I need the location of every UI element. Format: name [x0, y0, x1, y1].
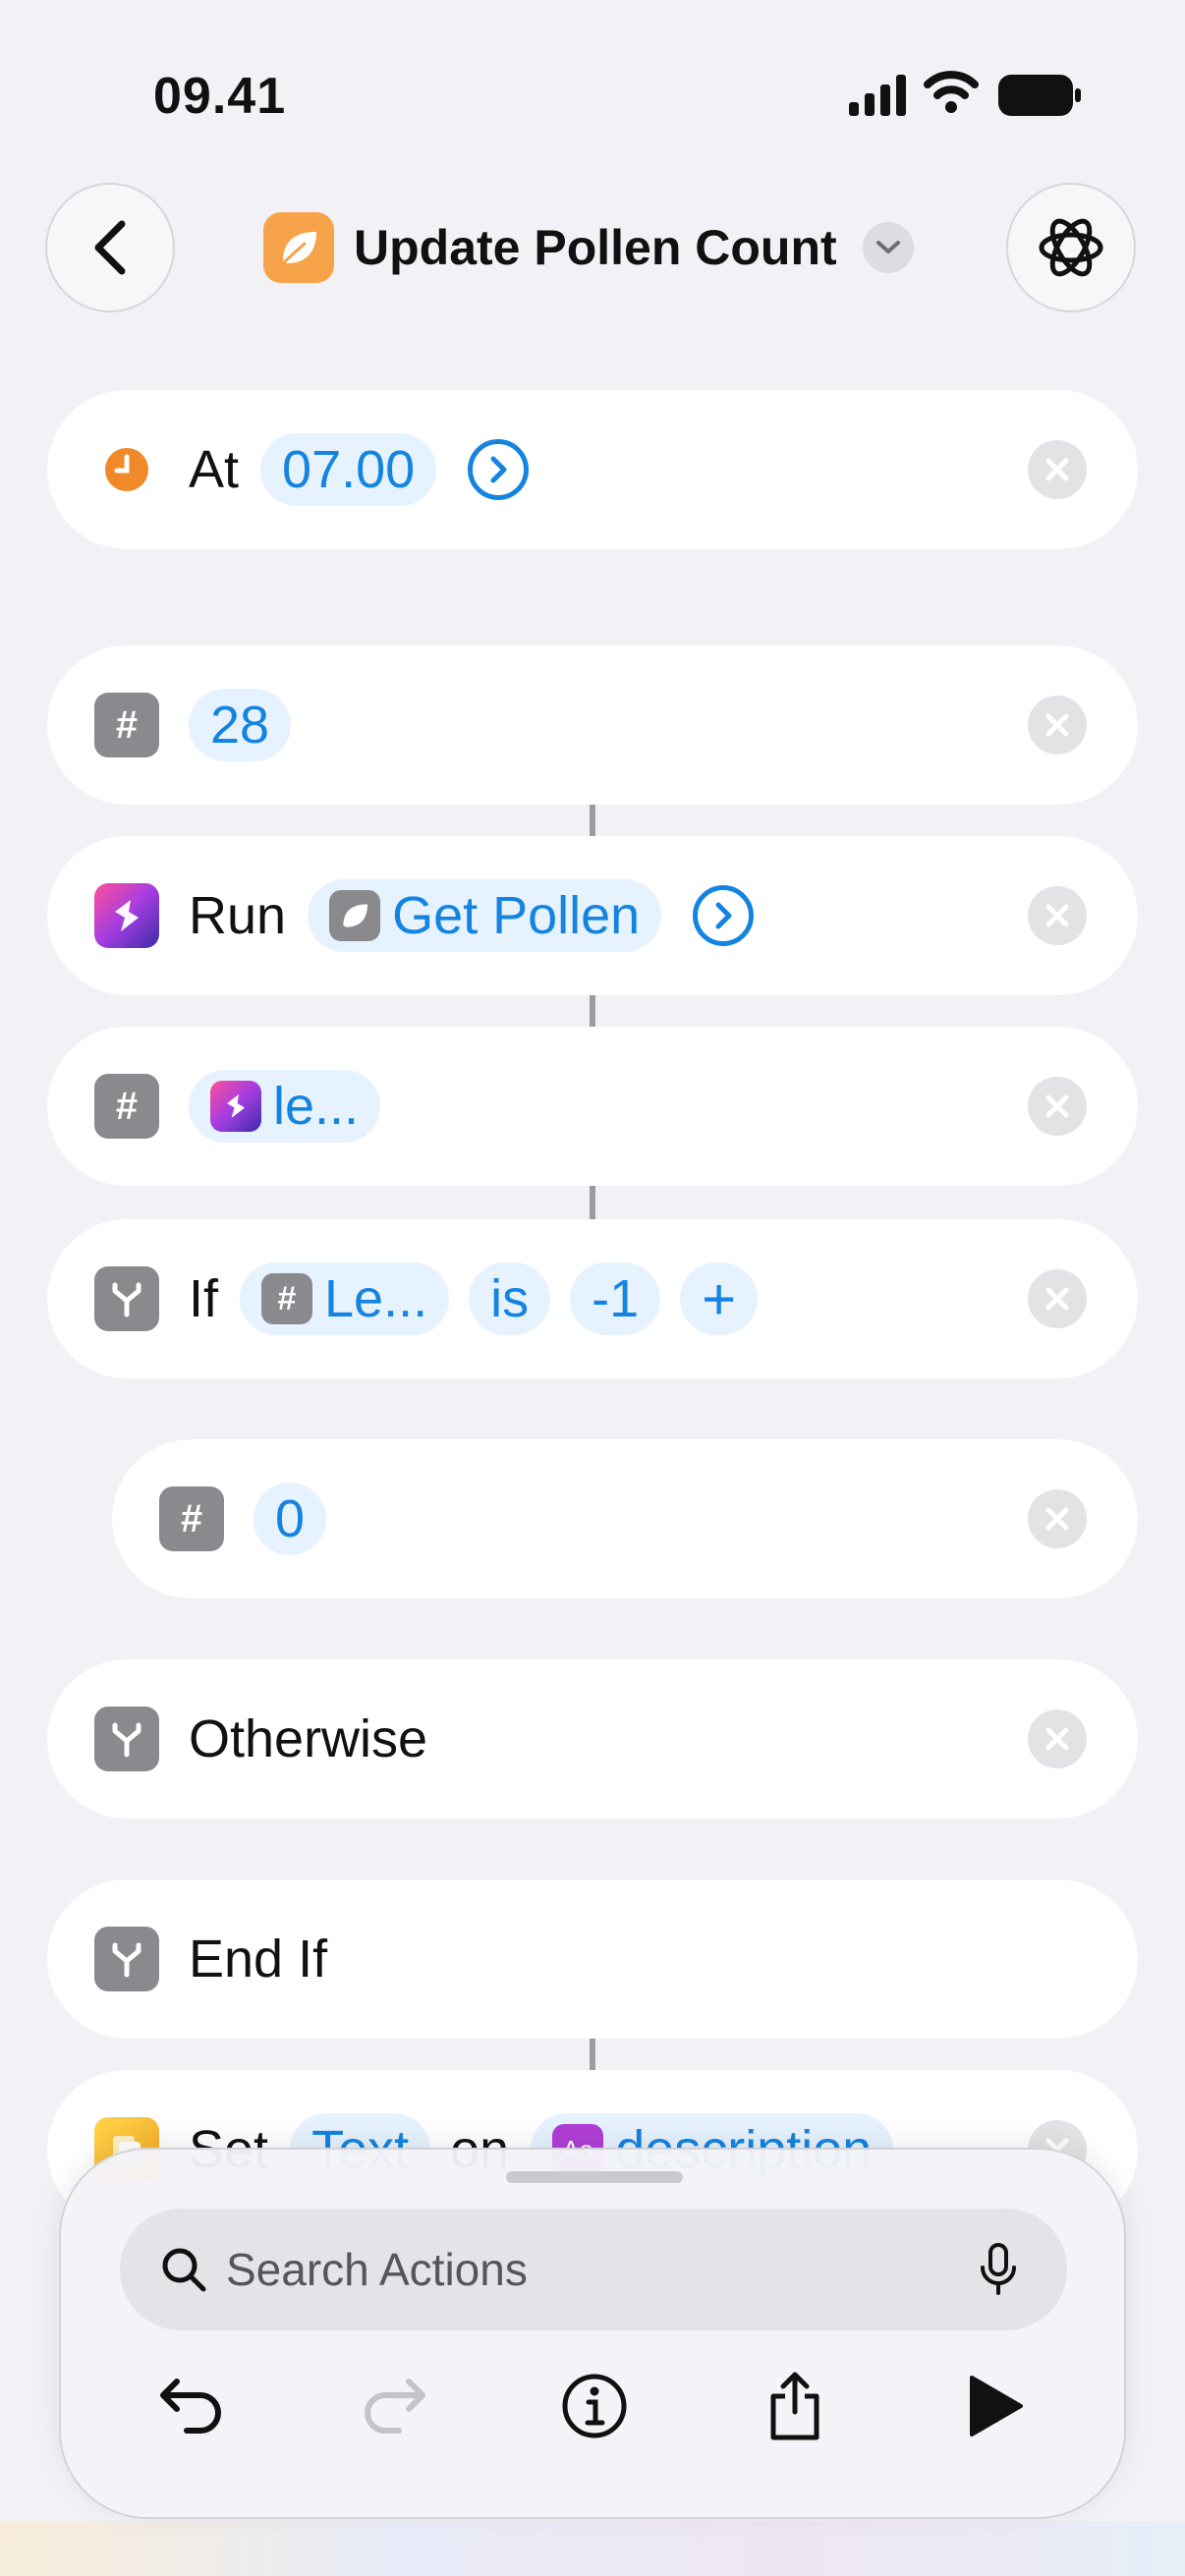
time-token[interactable]: 07.00: [260, 433, 437, 506]
status-bar: 09.41: [0, 0, 1185, 177]
shortcut-title-menu[interactable]: Update Pollen Count: [263, 208, 914, 287]
variable-name: le...: [273, 1077, 360, 1136]
leaf-icon: [329, 890, 381, 941]
flow-connector: [590, 1186, 595, 1219]
if-keyword: If: [189, 1269, 219, 1328]
background-blur: [0, 2521, 1185, 2576]
number-action-card[interactable]: # 28: [47, 645, 1138, 805]
shortcuts-icon: [94, 883, 159, 948]
undo-button[interactable]: [138, 2352, 246, 2460]
if-variable-name: Le...: [324, 1269, 428, 1328]
hash-icon: #: [94, 1074, 159, 1139]
branch-icon: [94, 1927, 159, 1991]
chevron-down-icon: [862, 222, 914, 273]
undo-icon: [160, 2379, 221, 2434]
run-keyword: Run: [189, 886, 287, 945]
leaf-app-icon: [263, 212, 334, 283]
condition-value-token[interactable]: -1: [570, 1262, 661, 1335]
sheet-grabber[interactable]: [506, 2171, 683, 2183]
battery-icon: [998, 75, 1081, 116]
run-shortcut-card[interactable]: Run Get Pollen: [47, 836, 1138, 995]
share-icon: [770, 2372, 819, 2440]
redo-button[interactable]: [340, 2352, 448, 2460]
back-button[interactable]: [45, 183, 175, 312]
hash-icon: #: [261, 1273, 313, 1324]
page-title: Update Pollen Count: [354, 220, 837, 275]
otherwise-keyword: Otherwise: [189, 1709, 428, 1768]
flow-connector: [590, 995, 595, 1027]
close-icon[interactable]: [1028, 1489, 1087, 1548]
variable-token[interactable]: le...: [189, 1070, 381, 1143]
apple-intelligence-button[interactable]: [1006, 183, 1136, 312]
close-icon[interactable]: [1028, 1077, 1087, 1136]
branch-icon: [94, 1707, 159, 1771]
wifi-icon: [924, 71, 979, 113]
clock-icon: [94, 437, 159, 502]
hash-icon: #: [94, 693, 159, 757]
branch-icon: [94, 1266, 159, 1331]
close-icon[interactable]: [1028, 696, 1087, 755]
trigger-keyword: At: [189, 440, 240, 499]
shortcut-token[interactable]: Get Pollen: [308, 879, 662, 952]
action-search-sheet: Search Actions: [59, 2148, 1126, 2519]
status-time: 09.41: [153, 68, 287, 125]
end-if-card[interactable]: End If: [47, 1879, 1138, 2039]
hash-icon: #: [159, 1486, 224, 1551]
shortcut-name: Get Pollen: [392, 886, 641, 945]
search-icon: [162, 2248, 206, 2292]
flow-connector: [590, 2039, 595, 2070]
chevron-right-circle-icon[interactable]: [468, 439, 530, 500]
shortcuts-icon: [210, 1081, 261, 1132]
info-button[interactable]: [540, 2352, 649, 2460]
condition-operator-token[interactable]: is: [469, 1262, 551, 1335]
close-icon[interactable]: [1028, 1709, 1087, 1768]
chevron-left-icon: [94, 220, 126, 275]
play-icon: [970, 2376, 1023, 2436]
cellular-signal-icon: [849, 75, 906, 116]
trigger-card[interactable]: At 07.00: [47, 390, 1138, 549]
share-button[interactable]: [741, 2352, 849, 2460]
microphone-icon[interactable]: [979, 2242, 1018, 2297]
close-icon[interactable]: [1028, 886, 1087, 945]
info-icon: [562, 2374, 627, 2438]
chevron-right-circle-icon[interactable]: [693, 885, 755, 946]
number-token[interactable]: 0: [254, 1483, 327, 1555]
close-icon[interactable]: [1028, 1269, 1087, 1328]
leaf-icon: [283, 232, 316, 263]
search-field[interactable]: Search Actions: [120, 2209, 1067, 2330]
if-card[interactable]: If # Le... is -1 +: [47, 1219, 1138, 1378]
number-action-card[interactable]: # le...: [47, 1027, 1138, 1186]
add-condition-button[interactable]: +: [680, 1262, 759, 1335]
intelligence-icon: [1039, 218, 1103, 277]
close-icon[interactable]: [1028, 440, 1087, 499]
if-variable-token[interactable]: # Le...: [240, 1262, 450, 1335]
otherwise-card[interactable]: Otherwise: [47, 1659, 1138, 1819]
search-placeholder: Search Actions: [226, 2244, 528, 2295]
flow-connector: [590, 805, 595, 836]
redo-icon: [365, 2379, 425, 2434]
number-token[interactable]: 28: [189, 689, 292, 761]
nested-number-card[interactable]: # 0: [112, 1439, 1138, 1598]
end-if-keyword: End If: [189, 1930, 328, 1988]
run-button[interactable]: [941, 2352, 1049, 2460]
